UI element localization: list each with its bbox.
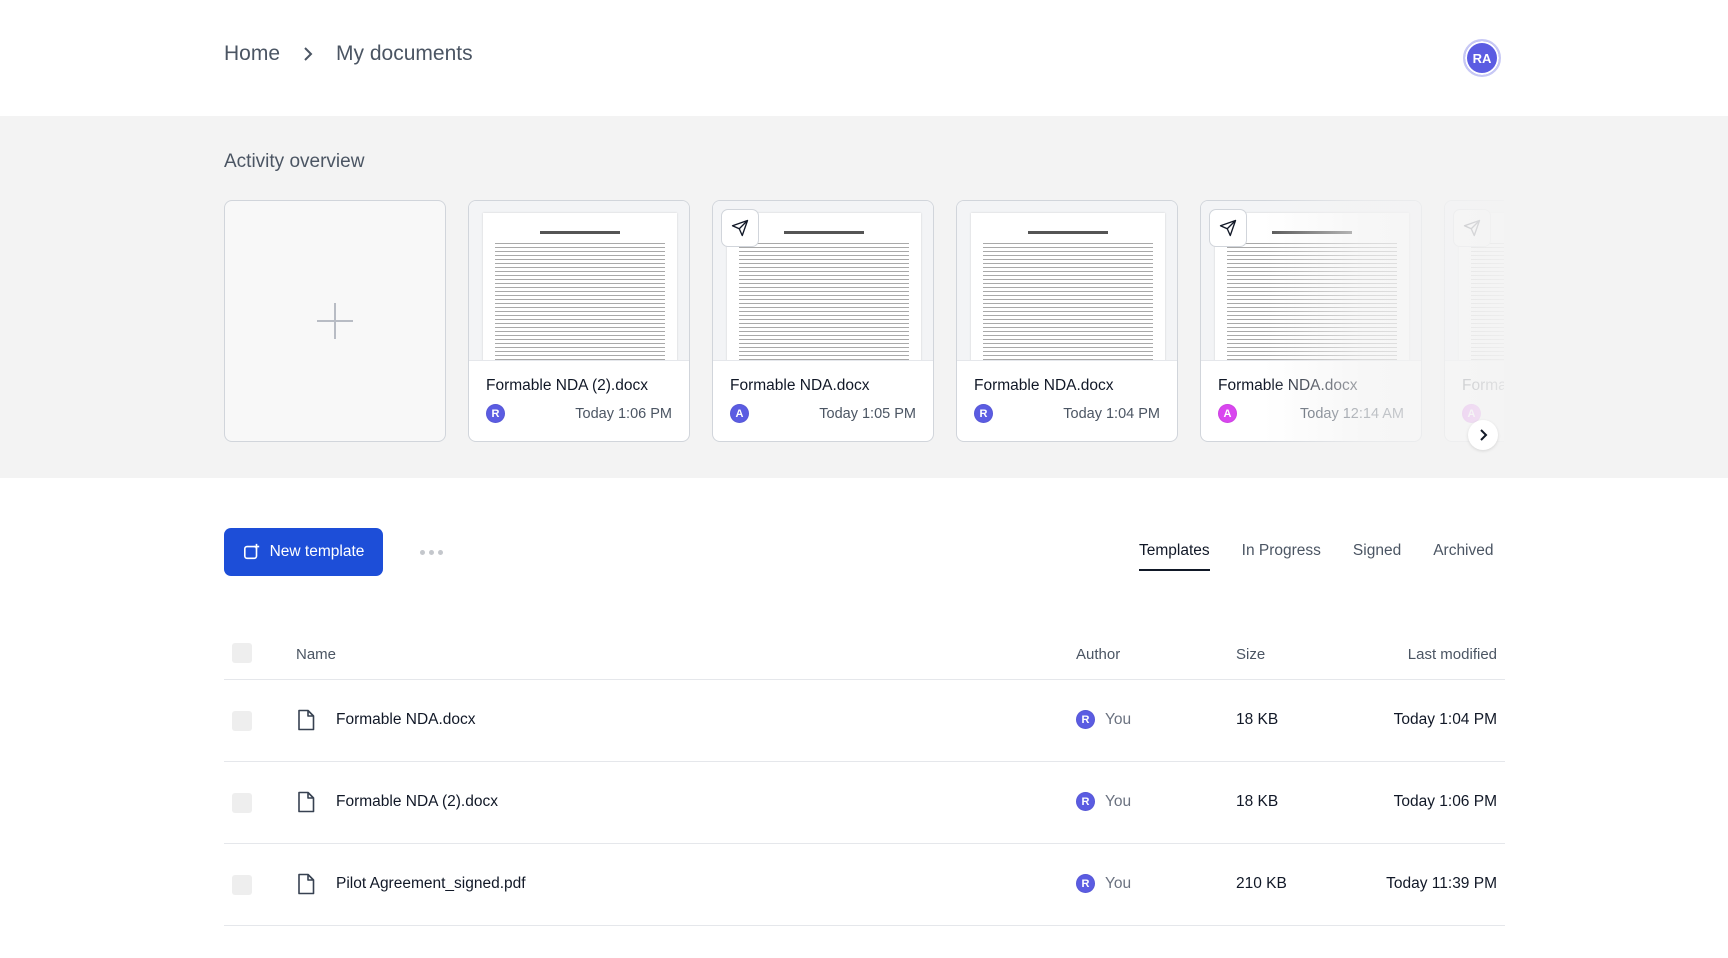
card-time: Today 12:14 AM xyxy=(1300,405,1404,422)
card-time: Today 1:06 PM xyxy=(575,405,672,422)
last-modified: Today 1:04 PM xyxy=(1393,711,1497,728)
tab-templates[interactable]: Templates xyxy=(1139,542,1210,571)
table-row[interactable]: Formable NDA (2).docx R You 18 KB Today … xyxy=(224,762,1505,844)
activity-card[interactable]: Formable NDA (2).docx R Today 1:06 PM xyxy=(468,200,690,442)
breadcrumb: Home My documents xyxy=(224,42,473,66)
top-header: Home My documents RA xyxy=(0,0,1728,116)
card-document-name: Formable NDA.docx xyxy=(974,377,1114,394)
table-header: Name Author Size Last modified xyxy=(224,630,1505,680)
card-document-name: Formable NDA.docx xyxy=(1218,377,1358,394)
file-size: 210 KB xyxy=(1236,875,1287,892)
card-time: Today 1:04 PM xyxy=(1063,405,1160,422)
file-icon xyxy=(298,709,315,731)
user-avatar[interactable]: RA xyxy=(1463,39,1501,77)
activity-card[interactable]: Formable NDA.docx R Today 1:04 PM xyxy=(956,200,1178,442)
file-name[interactable]: Formable NDA (2).docx xyxy=(336,793,498,811)
card-document-name: Formable NDA (2).docx xyxy=(486,377,648,394)
new-template-button[interactable]: New template xyxy=(224,528,383,576)
file-name[interactable]: Formable NDA.docx xyxy=(336,711,476,729)
document-thumbnail xyxy=(957,201,1177,361)
document-thumbnail xyxy=(469,201,689,361)
header-last-modified[interactable]: Last modified xyxy=(1408,646,1497,663)
more-options-button[interactable] xyxy=(414,538,448,566)
file-icon xyxy=(298,791,315,813)
file-size: 18 KB xyxy=(1236,793,1279,810)
document-thumbnail xyxy=(1201,201,1421,361)
card-author-avatar: A xyxy=(730,404,749,423)
document-tabs: Templates In Progress Signed Archived xyxy=(1139,542,1494,571)
card-document-name: Formable NDA.docx xyxy=(1462,377,1504,394)
send-icon xyxy=(721,209,759,247)
author-avatar: R xyxy=(1076,792,1095,811)
header-name[interactable]: Name xyxy=(296,646,336,663)
breadcrumb-home[interactable]: Home xyxy=(224,42,280,66)
new-template-icon xyxy=(243,543,259,560)
chevron-right-icon xyxy=(298,44,318,64)
select-all-checkbox[interactable] xyxy=(232,643,252,663)
chevron-right-icon xyxy=(1480,429,1488,441)
last-modified: Today 1:06 PM xyxy=(1393,793,1497,810)
row-checkbox[interactable] xyxy=(232,793,252,813)
row-checkbox[interactable] xyxy=(232,875,252,895)
author-cell: R You xyxy=(1076,874,1131,893)
breadcrumb-current[interactable]: My documents xyxy=(336,42,473,66)
header-size[interactable]: Size xyxy=(1236,646,1265,663)
author-avatar: R xyxy=(1076,874,1095,893)
tab-archived[interactable]: Archived xyxy=(1433,542,1493,571)
activity-card[interactable]: Formable NDA.docx A Today 12:14 AM xyxy=(1200,200,1422,442)
documents-table: Name Author Size Last modified Formable … xyxy=(224,630,1505,926)
more-icon xyxy=(419,549,425,555)
activity-cards: Formable NDA (2).docx R Today 1:06 PM Fo… xyxy=(224,200,1504,442)
activity-overview: Activity overview Formable NDA (2).docx … xyxy=(0,116,1728,478)
author-name: You xyxy=(1105,710,1132,728)
author-name: You xyxy=(1105,792,1132,810)
activity-card[interactable]: Formable NDA.docx A xyxy=(1444,200,1504,442)
card-author-avatar: A xyxy=(1218,404,1237,423)
table-row[interactable]: Pilot Agreement_signed.pdf R You 210 KB … xyxy=(224,844,1505,926)
row-checkbox[interactable] xyxy=(232,711,252,731)
file-name[interactable]: Pilot Agreement_signed.pdf xyxy=(336,875,526,893)
table-row[interactable]: Formable NDA.docx R You 18 KB Today 1:04… xyxy=(224,680,1505,762)
document-thumbnail xyxy=(713,201,933,361)
activity-title: Activity overview xyxy=(224,151,365,172)
author-avatar: R xyxy=(1076,710,1095,729)
tab-signed[interactable]: Signed xyxy=(1353,542,1401,571)
carousel-next-button[interactable] xyxy=(1468,420,1498,450)
header-author[interactable]: Author xyxy=(1076,646,1120,663)
card-time: Today 1:05 PM xyxy=(819,405,916,422)
file-size: 18 KB xyxy=(1236,711,1279,728)
new-template-label: New template xyxy=(269,543,365,560)
card-author-avatar: R xyxy=(486,404,505,423)
plus-icon xyxy=(315,301,355,341)
last-modified: Today 11:39 PM xyxy=(1386,875,1497,892)
file-icon xyxy=(298,873,315,895)
author-name: You xyxy=(1105,874,1132,892)
document-thumbnail xyxy=(1445,201,1504,361)
card-document-name: Formable NDA.docx xyxy=(730,377,870,394)
add-document-card[interactable] xyxy=(224,200,446,442)
send-icon xyxy=(1453,209,1491,247)
card-author-avatar: R xyxy=(974,404,993,423)
activity-card[interactable]: Formable NDA.docx A Today 1:05 PM xyxy=(712,200,934,442)
author-cell: R You xyxy=(1076,792,1131,811)
send-icon xyxy=(1209,209,1247,247)
author-cell: R You xyxy=(1076,710,1131,729)
tab-in-progress[interactable]: In Progress xyxy=(1242,542,1321,571)
